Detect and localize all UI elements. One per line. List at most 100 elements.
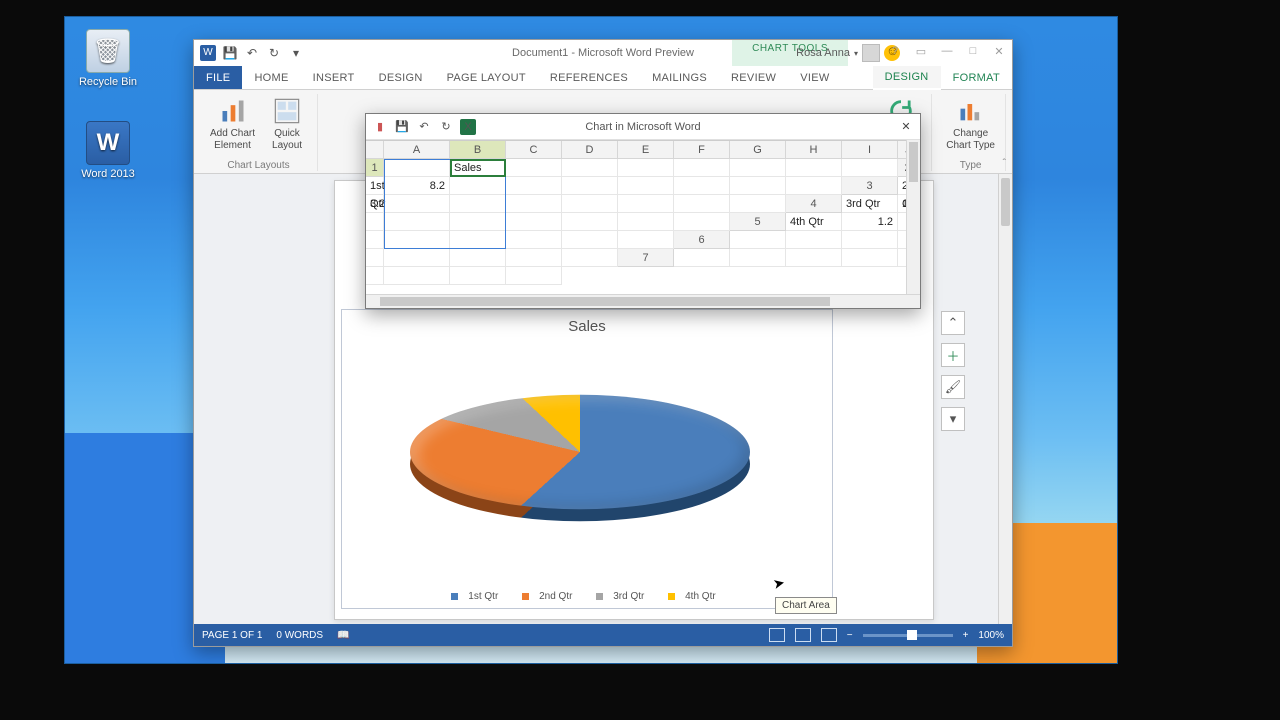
word-app-icon: W (200, 45, 216, 61)
chart-elements-icon[interactable]: ＋ (941, 343, 965, 367)
read-mode-icon[interactable] (769, 628, 785, 642)
chart-filters-icon[interactable]: ▾ (941, 407, 965, 431)
chart-object[interactable]: Sales 1st Qtr 2nd Qtr 3rd Qtr 4th Qtr (341, 309, 833, 609)
help-icon[interactable]: ? (882, 40, 908, 62)
column-header[interactable]: H (786, 141, 842, 159)
undo-icon[interactable]: ↶ (244, 45, 260, 61)
redo-icon[interactable]: ↻ (266, 45, 282, 61)
windows-desktop: 🗑 Recycle Bin W Word 2013 W 💾 ↶ ↻ ▾ Docu… (64, 16, 1118, 664)
legend-item[interactable]: 4th Qtr (668, 591, 723, 602)
column-header[interactable]: G (730, 141, 786, 159)
tab-insert[interactable]: INSERT (301, 66, 367, 89)
close-icon[interactable]: ✕ (898, 118, 914, 134)
window-controls: ? ▭ — □ ✕ (882, 40, 1012, 62)
recycle-bin-icon: 🗑 (86, 29, 130, 73)
pie-chart[interactable] (410, 348, 750, 568)
tab-page-layout[interactable]: PAGE LAYOUT (435, 66, 538, 89)
button-label: Change Chart Type (946, 128, 995, 151)
row-header[interactable]: 3 (842, 177, 898, 195)
column-header[interactable]: A (384, 141, 450, 159)
tab-chart-design[interactable]: DESIGN (873, 66, 941, 90)
row-header[interactable]: 4 (786, 195, 842, 213)
chart-title[interactable]: Sales (342, 310, 832, 339)
column-header[interactable]: E (618, 141, 674, 159)
add-chart-element-button[interactable]: Add Chart Element (206, 94, 259, 153)
desktop-icon-recycle-bin[interactable]: 🗑 Recycle Bin (73, 29, 143, 88)
zoom-level[interactable]: 100% (978, 630, 1004, 641)
ribbon-group-label: Type (960, 158, 982, 171)
datasheet-vertical-scrollbar[interactable] (906, 140, 920, 294)
minimize-icon[interactable]: — (934, 40, 960, 62)
status-page[interactable]: PAGE 1 OF 1 (202, 630, 262, 641)
button-label: Add Chart Element (210, 128, 255, 151)
zoom-out-icon[interactable]: − (847, 630, 853, 641)
chart-datasheet-window: ▮ 💾 ↶ ↻ X Chart in Microsoft Word ✕ A B … (365, 113, 921, 309)
datasheet-horizontal-scrollbar[interactable] (366, 294, 920, 308)
layout-options-icon[interactable]: ⌃ (941, 311, 965, 335)
desktop-icon-label: Recycle Bin (73, 76, 143, 88)
ribbon-options-icon[interactable]: ▭ (908, 40, 934, 62)
column-header[interactable]: F (674, 141, 730, 159)
desktop-icon-label: Word 2013 (73, 168, 143, 180)
tab-view[interactable]: VIEW (788, 66, 841, 89)
status-words[interactable]: 0 WORDS (276, 630, 323, 641)
quick-layout-icon (272, 96, 302, 126)
legend-item[interactable]: 3rd Qtr (596, 591, 651, 602)
close-icon[interactable]: ✕ (986, 40, 1012, 62)
cell[interactable]: 3rd Qtr (842, 195, 898, 213)
tab-references[interactable]: REFERENCES (538, 66, 640, 89)
change-chart-type-button[interactable]: Change Chart Type (942, 94, 999, 153)
tab-mailings[interactable]: MAILINGS (640, 66, 719, 89)
row-header[interactable]: 7 (618, 249, 674, 267)
cell[interactable] (506, 159, 562, 177)
collapse-ribbon-icon[interactable]: ˆ (1003, 158, 1006, 169)
datasheet-title-bar: ▮ 💾 ↶ ↻ X Chart in Microsoft Word ✕ (366, 114, 920, 140)
vertical-scrollbar[interactable] (998, 174, 1012, 624)
zoom-in-icon[interactable]: + (963, 630, 969, 641)
title-bar: W 💾 ↶ ↻ ▾ Document1 - Microsoft Word Pre… (194, 40, 1012, 66)
status-bar: PAGE 1 OF 1 0 WORDS 📖 − + 100% (194, 624, 1012, 646)
ribbon-group-chart-layouts: Add Chart Element Quick Layout Chart Lay… (200, 94, 318, 171)
change-chart-type-icon (956, 96, 986, 126)
quick-layout-button[interactable]: Quick Layout (263, 94, 311, 153)
tab-home[interactable]: HOME (242, 66, 300, 89)
ribbon-group-label: Chart Layouts (227, 158, 289, 171)
proofing-icon[interactable]: 📖 (337, 630, 349, 641)
tab-review[interactable]: REVIEW (719, 66, 788, 89)
select-all-cell[interactable] (366, 141, 384, 159)
legend-item[interactable]: 1st Qtr (451, 591, 505, 602)
tab-chart-format[interactable]: FORMAT (941, 66, 1012, 89)
tab-file[interactable]: FILE (194, 66, 242, 89)
row-header[interactable]: 1 (366, 159, 384, 177)
maximize-icon[interactable]: □ (960, 40, 986, 62)
column-header[interactable]: C (506, 141, 562, 159)
web-layout-icon[interactable] (821, 628, 837, 642)
zoom-slider[interactable] (863, 634, 953, 637)
cell[interactable]: 1st Qtr (366, 177, 384, 195)
chart-legend[interactable]: 1st Qtr 2nd Qtr 3rd Qtr 4th Qtr (342, 591, 832, 602)
cell[interactable]: Sales (450, 159, 506, 177)
datasheet-title: Chart in Microsoft Word (366, 121, 920, 133)
row-header[interactable]: 6 (674, 231, 730, 249)
quick-access-toolbar: W 💾 ↶ ↻ ▾ (194, 45, 310, 61)
row-header[interactable]: 5 (730, 213, 786, 231)
column-header[interactable]: B (450, 141, 506, 159)
cell[interactable]: 3.2 (366, 195, 384, 213)
cell[interactable] (384, 159, 450, 177)
ribbon-group-type: Change Chart Type Type (936, 94, 1006, 171)
column-header[interactable]: D (562, 141, 618, 159)
print-layout-icon[interactable] (795, 628, 811, 642)
cell[interactable]: 4th Qtr (786, 213, 842, 231)
qat-customize-icon[interactable]: ▾ (288, 45, 304, 61)
save-icon[interactable]: 💾 (222, 45, 238, 61)
legend-item[interactable]: 2nd Qtr (522, 591, 579, 602)
cell[interactable]: 8.2 (384, 177, 450, 195)
pie-3d-top (410, 395, 750, 509)
tab-design[interactable]: DESIGN (367, 66, 435, 89)
chart-styles-icon[interactable]: 🖌 (941, 375, 965, 399)
avatar (862, 44, 880, 62)
spreadsheet-grid[interactable]: A B C D E F G H I J 1 Sales 2 1st Qtr 8.… (366, 140, 920, 294)
cell[interactable]: 1.2 (842, 213, 898, 231)
column-header[interactable]: I (842, 141, 898, 159)
desktop-icon-word[interactable]: W Word 2013 (73, 121, 143, 180)
